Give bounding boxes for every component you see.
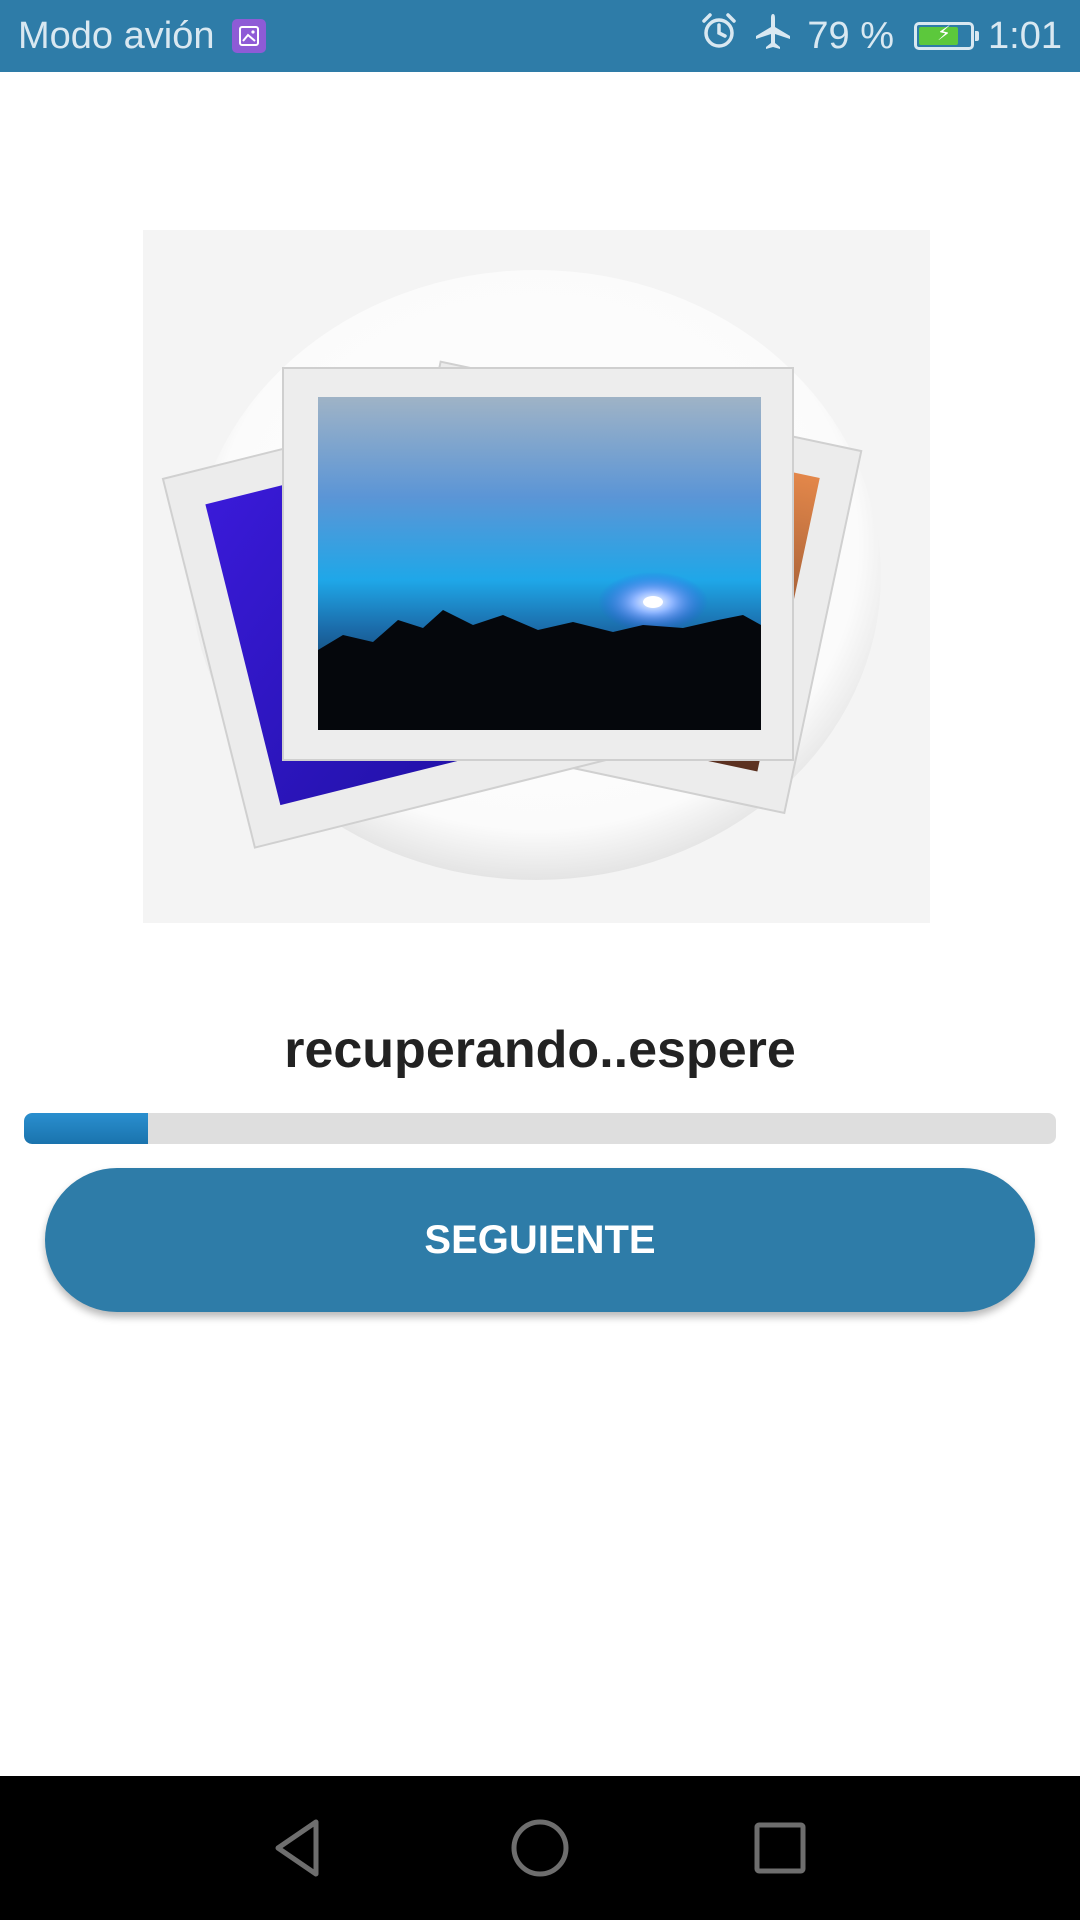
progress-bar: [24, 1113, 1056, 1144]
recents-icon[interactable]: [744, 1812, 816, 1884]
progress-bar-fill: [24, 1113, 148, 1144]
battery-percent: 79 %: [807, 14, 895, 57]
next-button[interactable]: SEGUIENTE: [45, 1168, 1035, 1312]
photo-stack-icon: [143, 230, 930, 923]
recovery-status-text: recuperando..espere: [284, 1021, 796, 1079]
gallery-icon: [232, 19, 267, 53]
status-bar: Modo avión 79 % ⚡ 1:01: [0, 0, 1080, 72]
battery-icon: ⚡: [914, 22, 980, 50]
clock: 1:01: [988, 14, 1062, 57]
status-bar-right: 79 % ⚡ 1:01: [699, 11, 1062, 61]
airplane-mode-label: Modo avión: [18, 14, 215, 57]
charging-bolt-icon: ⚡: [937, 23, 952, 45]
airplane-icon: [753, 11, 793, 61]
alarm-icon: [699, 11, 739, 61]
home-icon[interactable]: [504, 1812, 576, 1884]
status-bar-left: Modo avión: [18, 15, 699, 58]
navigation-bar: [0, 1776, 1080, 1920]
back-icon[interactable]: [264, 1812, 336, 1884]
